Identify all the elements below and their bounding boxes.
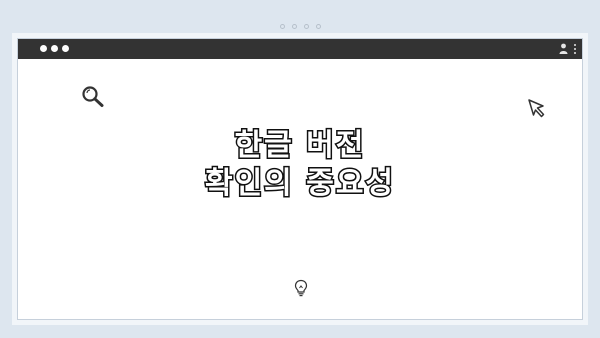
dot-icon [279, 24, 285, 29]
dot-icon [303, 24, 309, 29]
title-line-1: 한글 버전 [233, 127, 366, 165]
kebab-menu-icon[interactable] [574, 44, 576, 54]
profile-icon[interactable] [559, 43, 568, 54]
lightbulb-icon [294, 279, 308, 297]
browser-window: 한글 버전 확인의 중요성 [17, 38, 583, 320]
dot-icon [291, 24, 297, 29]
cursor-icon [528, 99, 545, 118]
title-bar [18, 39, 582, 59]
dot-icon [315, 24, 321, 29]
carousel-dots [0, 24, 600, 29]
window-dot-icon[interactable] [62, 45, 69, 52]
page-title: 한글 버전 확인의 중요성 [18, 127, 582, 203]
window-controls [40, 45, 69, 52]
search-icon [82, 86, 104, 107]
title-line-2: 확인의 중요성 [203, 165, 396, 203]
window-dot-icon[interactable] [51, 45, 58, 52]
window-dot-icon[interactable] [40, 45, 47, 52]
